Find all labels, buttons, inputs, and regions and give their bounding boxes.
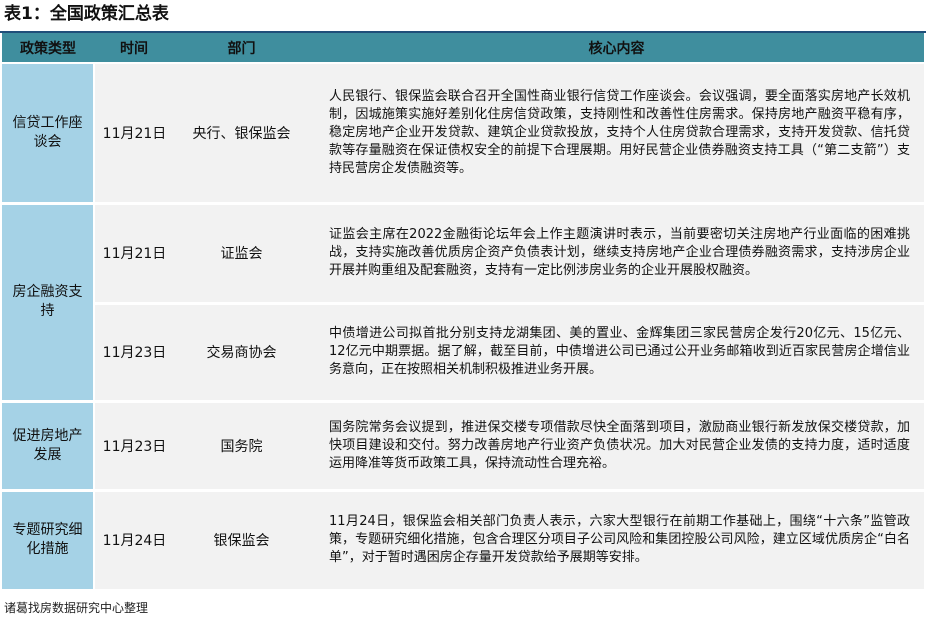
table-row: 专题研究细化措施 11月24日 银保监会 11月24日，银保监会相关部门负责人表… bbox=[2, 490, 924, 592]
policy-type-cell: 专题研究细化措施 bbox=[2, 490, 95, 592]
date-cell: 11月21日 bbox=[94, 63, 174, 205]
policy-type-cell: 信贷工作座谈会 bbox=[2, 63, 95, 205]
table-row: 房企融资支持 11月21日 证监会 证监会主席在2022金融街论坛年会上作主题演… bbox=[2, 203, 924, 403]
policy-type-cell: 促进房地产发展 bbox=[2, 401, 95, 492]
department-cell: 银保监会 bbox=[174, 490, 309, 592]
content-cell: 中债增进公司拟首批分别支持龙湖集团、美的置业、金辉集团三家民营房企发行20亿元、… bbox=[309, 303, 924, 403]
policy-type-cell: 房企融资支持 bbox=[2, 203, 95, 403]
content-cell: 国务院常务会议提到，推进保交楼专项借款尽快全面落到项目，激励商业银行新发放保交楼… bbox=[309, 401, 924, 492]
date-cell: 11月21日 bbox=[94, 203, 174, 305]
table-row: 信贷工作座谈会 11月21日 央行、银保监会 人民银行、银保监会联合召开全国性商… bbox=[2, 63, 924, 205]
date-cell: 11月23日 bbox=[94, 401, 174, 492]
policy-table: 政策类型 时间 部门 核心内容 信贷工作座谈会 11月21日 央行、银保监会 人… bbox=[2, 33, 924, 592]
content-cell: 11月24日，银保监会相关部门负责人表示，六家大型银行在前期工作基础上，围绕“十… bbox=[309, 490, 924, 592]
department-cell: 交易商协会 bbox=[174, 303, 309, 403]
header-policy-type: 政策类型 bbox=[2, 33, 94, 64]
source-note: 诸葛找房数据研究中心整理 bbox=[4, 601, 149, 615]
content-cell: 人民银行、银保监会联合召开全国性商业银行信贷工作座谈会。会议强调，要全面落实房地… bbox=[309, 63, 924, 205]
date-cell: 11月23日 bbox=[94, 303, 174, 403]
table-row: 促进房地产发展 11月23日 国务院 国务院常务会议提到，推进保交楼专项借款尽快… bbox=[2, 401, 924, 492]
header-core-content: 核心内容 bbox=[309, 33, 924, 64]
table-header-row: 政策类型 时间 部门 核心内容 bbox=[2, 33, 924, 64]
department-cell: 国务院 bbox=[174, 401, 309, 492]
content-cell: 证监会主席在2022金融街论坛年会上作主题演讲时表示，当前要密切关注房地产行业面… bbox=[309, 203, 924, 305]
date-cell: 11月24日 bbox=[94, 490, 174, 592]
table-title: 表1：全国政策汇总表 bbox=[4, 4, 169, 24]
department-cell: 央行、银保监会 bbox=[174, 63, 309, 205]
table-row: 11月23日 交易商协会 中债增进公司拟首批分别支持龙湖集团、美的置业、金辉集团… bbox=[2, 303, 924, 403]
header-time: 时间 bbox=[94, 33, 174, 64]
header-department: 部门 bbox=[174, 33, 309, 64]
department-cell: 证监会 bbox=[174, 203, 309, 305]
